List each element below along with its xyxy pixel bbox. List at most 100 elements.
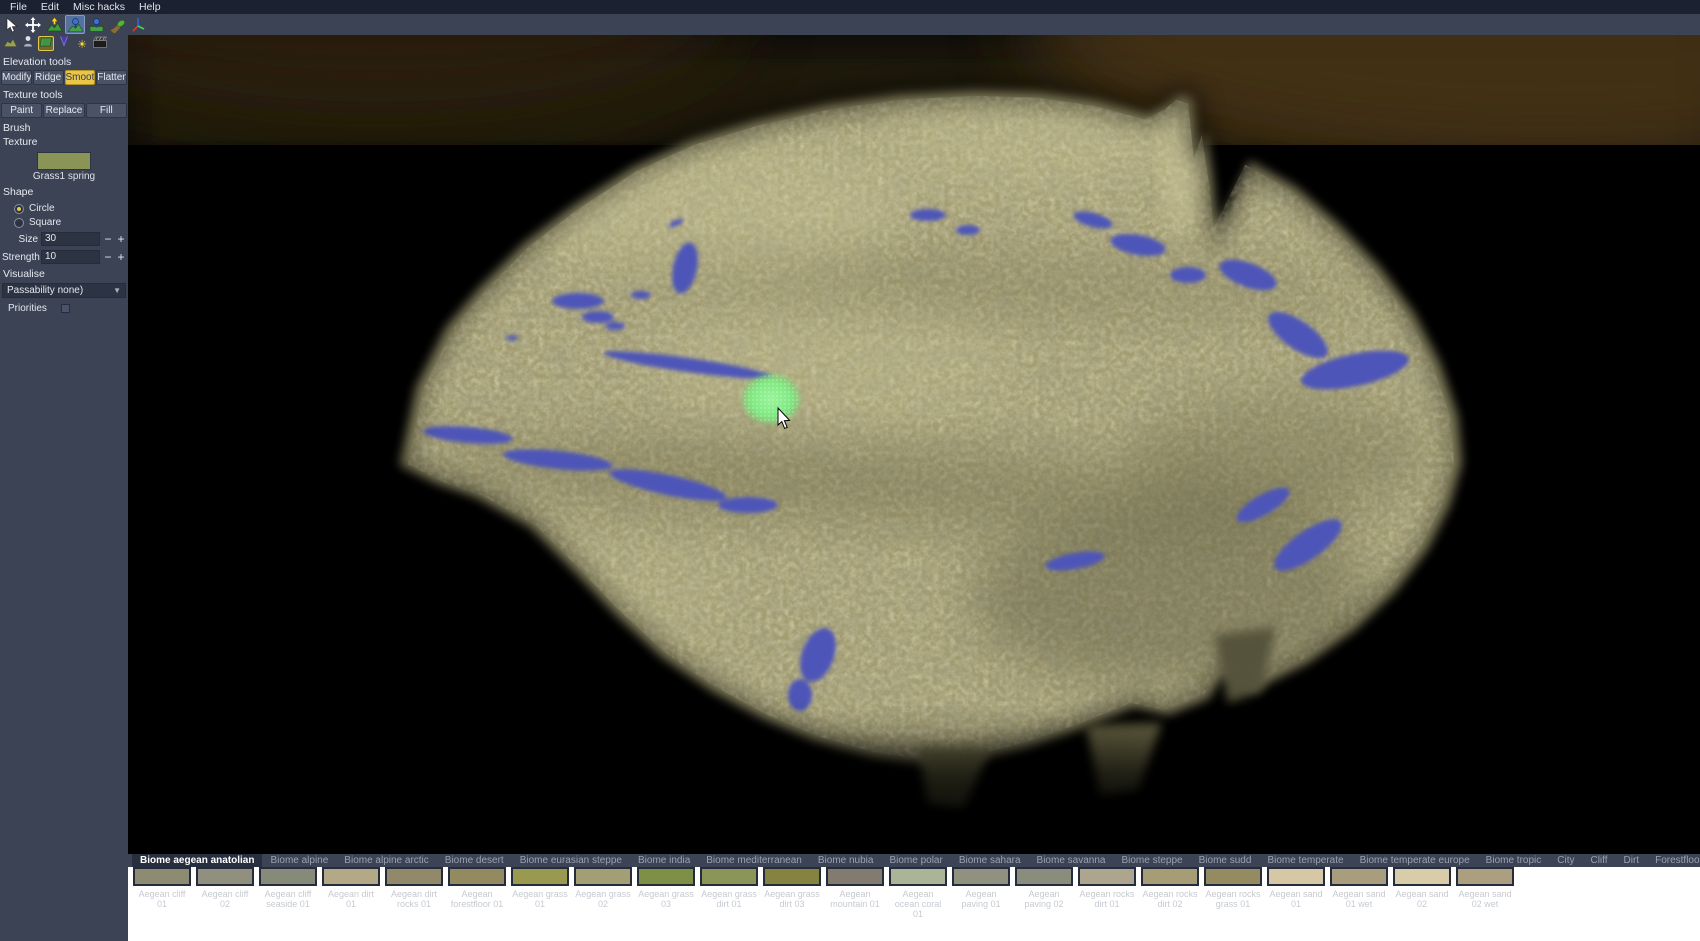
tab-biome-alpine[interactable]: Biome alpine [262,854,336,867]
texture-thumbnail[interactable] [637,867,695,886]
axes-gizmo-button[interactable] [128,15,148,34]
tab-biome-nubia[interactable]: Biome nubia [810,854,882,867]
texture-paint-tool-button[interactable] [107,15,127,34]
texture-thumbnail[interactable] [1204,867,1262,886]
texture-thumbnail[interactable] [133,867,191,886]
texture-thumbnail[interactable] [511,867,569,886]
texture-thumbnail[interactable] [1267,867,1325,886]
terrain-overlay-button[interactable] [2,36,18,51]
texture-item-aegean-forestfloor-01[interactable]: Aegean forestfloor 01 [448,867,506,909]
move-camera-tool-button[interactable] [23,15,43,34]
texture-thumbnail[interactable] [1015,867,1073,886]
texture-thumbnail[interactable] [826,867,884,886]
tab-biome-savanna[interactable]: Biome savanna [1029,854,1114,867]
tab-biome-mediterranean[interactable]: Biome mediterranean [698,854,810,867]
tab-biome-polar[interactable]: Biome polar [881,854,950,867]
flatten-button[interactable]: Flatten [96,70,127,85]
texture-item-aegean-paving-01[interactable]: Aegean paving 01 [952,867,1010,909]
tab-biome-aegean-anatolian[interactable]: Biome aegean anatolian [132,854,262,867]
paint-button[interactable]: Paint [1,103,42,118]
tab-biome-sahara[interactable]: Biome sahara [951,854,1029,867]
menu-item-edit[interactable]: Edit [34,0,66,14]
texture-item-aegean-rocks-dirt-02[interactable]: Aegean rocks dirt 02 [1141,867,1199,909]
tab-biome-desert[interactable]: Biome desert [437,854,512,867]
texture-thumbnail[interactable] [952,867,1010,886]
texture-item-aegean-grass-02[interactable]: Aegean grass 02 [574,867,632,909]
strength-input[interactable]: 10 [41,250,100,264]
strength-decrement-button[interactable]: − [103,251,113,263]
texture-item-aegean-grass-dirt-03[interactable]: Aegean grass dirt 03 [763,867,821,909]
texture-thumbnail[interactable] [385,867,443,886]
strength-increment-button[interactable]: + [116,251,126,263]
texture-thumbnail[interactable] [889,867,947,886]
texture-item-aegean-dirt-rocks-01[interactable]: Aegean dirt rocks 01 [385,867,443,909]
texture-item-aegean-cliff-01[interactable]: Aegean cliff 01 [133,867,191,909]
texture-item-aegean-cliff-02[interactable]: Aegean cliff 02 [196,867,254,909]
elevation-modify-tool-button[interactable] [65,15,85,34]
texture-item-aegean-sand-01-wet[interactable]: Aegean sand 01 wet [1330,867,1388,909]
texture-item-aegean-grass-01[interactable]: Aegean grass 01 [511,867,569,909]
menu-item-file[interactable]: File [3,0,34,14]
texture-item-aegean-sand-02-wet[interactable]: Aegean sand 02 wet [1456,867,1514,909]
texture-thumbnail[interactable] [1078,867,1136,886]
replace-button[interactable]: Replace [43,103,84,118]
texture-thumbnail[interactable] [1456,867,1514,886]
tab-biome-sudd[interactable]: Biome sudd [1191,854,1260,867]
fill-button[interactable]: Fill [86,103,127,118]
circle-radio[interactable] [14,204,24,214]
texture-thumbnail[interactable] [574,867,632,886]
brush-texture-swatch[interactable] [37,152,91,170]
texture-thumbnail[interactable] [1141,867,1199,886]
square-radio[interactable] [14,218,24,228]
elevation-smooth-tool-button[interactable] [86,15,106,34]
texture-item-aegean-grass-03[interactable]: Aegean grass 03 [637,867,695,909]
priorities-checkbox[interactable] [61,304,70,313]
texture-item-aegean-rocks-grass-01[interactable]: Aegean rocks grass 01 [1204,867,1262,909]
size-increment-button[interactable]: + [116,233,126,245]
tab-biome-alpine-arctic[interactable]: Biome alpine arctic [336,854,436,867]
lighting-overlay-button[interactable]: ☀ [74,36,90,51]
actor-viewer-button[interactable] [20,36,36,51]
texture-thumbnail[interactable] [259,867,317,886]
texture-item-aegean-mountain-01[interactable]: Aegean mountain 01 [826,867,884,909]
texture-item-aegean-rocks-dirt-01[interactable]: Aegean rocks dirt 01 [1078,867,1136,909]
tab-forestfloor[interactable]: Forestfloor [1647,854,1700,867]
texture-thumbnail[interactable] [1393,867,1451,886]
passability-dropdown[interactable]: Passability none) ▼ [2,283,126,298]
texture-item-aegean-cliff-seaside-01[interactable]: Aegean cliff seaside 01 [259,867,317,909]
texture-overlay-button[interactable] [38,36,54,51]
texture-item-aegean-grass-dirt-01[interactable]: Aegean grass dirt 01 [700,867,758,909]
menu-item-misc-hacks[interactable]: Misc hacks [66,0,132,14]
smooth-button[interactable]: Smooth [65,70,96,85]
size-decrement-button[interactable]: − [103,233,113,245]
viewport-3d[interactable] [128,35,1700,854]
size-input[interactable]: 30 [41,232,100,246]
water-overlay-button[interactable] [56,36,72,51]
tab-biome-tropic[interactable]: Biome tropic [1478,854,1550,867]
texture-thumbnail[interactable] [448,867,506,886]
texture-item-aegean-sand-01[interactable]: Aegean sand 01 [1267,867,1325,909]
texture-thumbnail[interactable] [1330,867,1388,886]
texture-item-aegean-paving-02[interactable]: Aegean paving 02 [1015,867,1073,909]
tab-cliff[interactable]: Cliff [1582,854,1615,867]
modify-button[interactable]: Modify [1,70,32,85]
texture-thumbnail[interactable] [196,867,254,886]
tab-city[interactable]: City [1549,854,1582,867]
ridge-button[interactable]: Ridge [33,70,64,85]
menu-item-help[interactable]: Help [132,0,168,14]
elevation-raise-tool-button[interactable] [44,15,64,34]
tab-dirt[interactable]: Dirt [1616,854,1648,867]
cinematic-overlay-button[interactable] [92,36,108,51]
shape-circle-option[interactable]: Circle [14,203,128,214]
texture-thumbnail[interactable] [700,867,758,886]
tab-biome-india[interactable]: Biome india [630,854,698,867]
texture-item-aegean-sand-02[interactable]: Aegean sand 02 [1393,867,1451,909]
tab-biome-temperate-europe[interactable]: Biome temperate europe [1352,854,1478,867]
texture-thumbnail[interactable] [763,867,821,886]
select-tool-button[interactable] [2,15,22,34]
texture-item-aegean-dirt-01[interactable]: Aegean dirt 01 [322,867,380,909]
shape-square-option[interactable]: Square [14,217,128,228]
tab-biome-temperate[interactable]: Biome temperate [1259,854,1351,867]
tab-biome-steppe[interactable]: Biome steppe [1113,854,1190,867]
texture-item-aegean-ocean-coral-01[interactable]: Aegean ocean coral 01 [889,867,947,919]
